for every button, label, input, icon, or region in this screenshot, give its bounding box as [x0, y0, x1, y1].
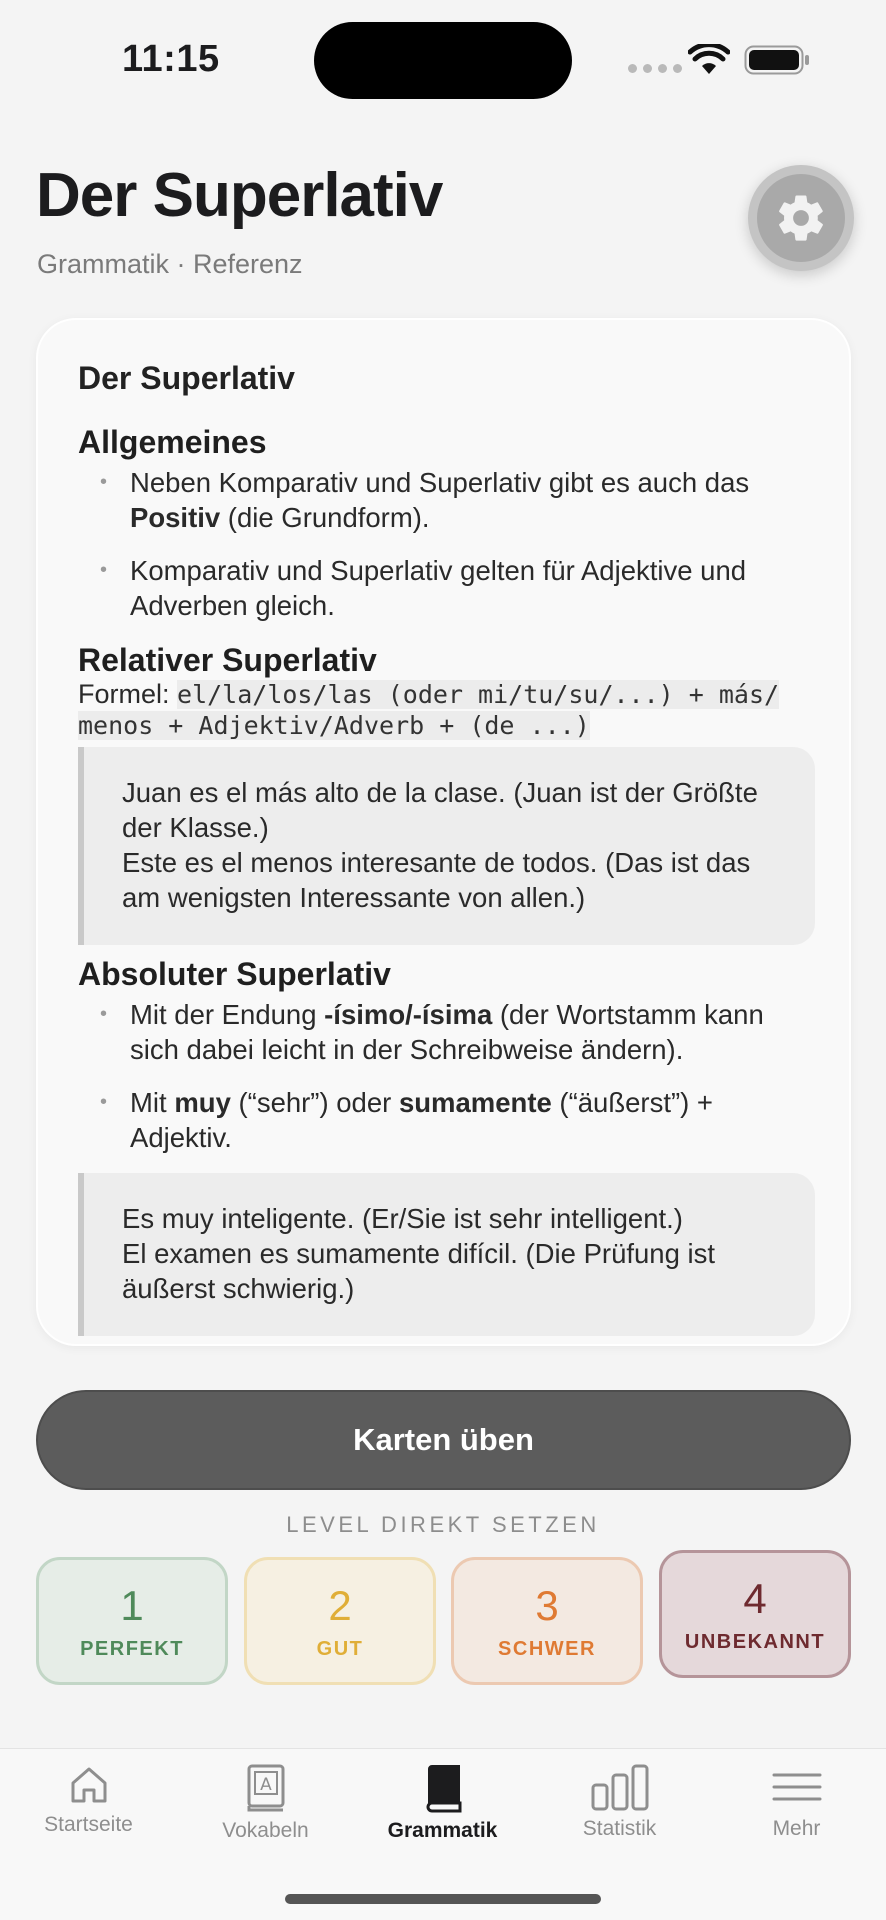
section-heading-absolut: Absoluter Superlativ [78, 956, 391, 992]
example-line: Es muy inteligente. (Er/Sie ist sehr int… [122, 1203, 683, 1234]
tab-mehr[interactable]: Mehr [708, 1749, 885, 1869]
section-heading-allgemeines: Allgemeines [78, 424, 267, 460]
level-2-button[interactable]: 2 GUT [244, 1557, 436, 1685]
example-line: El examen es sumamente difícil. (Die Prü… [122, 1238, 716, 1304]
tab-vokabeln[interactable]: A Vokabeln [177, 1749, 354, 1869]
example-box-relativ: Juan es el más alto de la clase. (Juan i… [78, 747, 815, 945]
page-title: Der Superlativ [36, 161, 443, 230]
bullet-list-absolut: Mit der Endung -ísimo/-ísima (der Wortst… [78, 997, 815, 1155]
level-section-label: LEVEL DIREKT SETZEN [286, 1512, 600, 1537]
tab-grammatik[interactable]: Grammatik [354, 1749, 531, 1869]
book-icon [425, 1765, 461, 1813]
level-1-button[interactable]: 1 PERFEKT [36, 1557, 228, 1685]
list-item: Neben Komparativ und Superlativ gibt es … [78, 465, 815, 535]
svg-text:A: A [260, 1775, 272, 1795]
cellular-signal-icon [628, 64, 682, 73]
formula-code: el/la/los/las (oder mi/tu/su/...) + más/… [78, 680, 780, 740]
list-item: Mit der Endung -ísimo/-ísima (der Wortst… [78, 997, 815, 1067]
vocab-card-icon: A [247, 1764, 284, 1812]
grammar-content-card: Der Superlativ Allgemeines Neben Kompara… [36, 318, 851, 1346]
wifi-icon [688, 44, 730, 74]
section-heading-relativ: Relativer Superlativ [78, 642, 377, 678]
home-indicator [285, 1894, 601, 1904]
tab-startseite[interactable]: Startseite [0, 1749, 177, 1869]
gear-icon [779, 195, 823, 241]
dynamic-island [314, 22, 572, 99]
tab-statistik[interactable]: Statistik [531, 1749, 708, 1869]
list-item: Komparativ und Superlativ gelten für Adj… [78, 553, 815, 623]
card-title: Der Superlativ [78, 360, 295, 396]
status-time: 11:15 [122, 38, 220, 80]
example-line: Juan es el más alto de la clase. (Juan i… [122, 777, 758, 843]
example-line: Este es el menos interesante de todos. (… [122, 847, 751, 913]
status-bar: 11:15 [0, 0, 886, 120]
menu-lines-icon [772, 1773, 821, 1801]
example-box-absolut: Es muy inteligente. (Er/Sie ist sehr int… [78, 1173, 815, 1336]
practice-cards-button[interactable]: Karten üben [36, 1390, 851, 1490]
level-4-button[interactable]: 4 UNBEKANNT [659, 1550, 851, 1678]
bullet-list-allgemeines: Neben Komparativ und Superlativ gibt es … [78, 465, 815, 623]
battery-icon [744, 45, 809, 75]
level-3-button[interactable]: 3 SCHWER [451, 1557, 643, 1685]
list-item: Mit muy (“sehr”) oder sumamente (“äußers… [78, 1085, 815, 1155]
bar-chart-icon [591, 1764, 648, 1811]
house-icon [71, 1767, 106, 1803]
formula: Formel: el/la/los/las (oder mi/tu/su/...… [78, 679, 780, 740]
settings-button[interactable] [748, 165, 854, 271]
page-subtitle: Grammatik · Referenz [37, 249, 303, 279]
